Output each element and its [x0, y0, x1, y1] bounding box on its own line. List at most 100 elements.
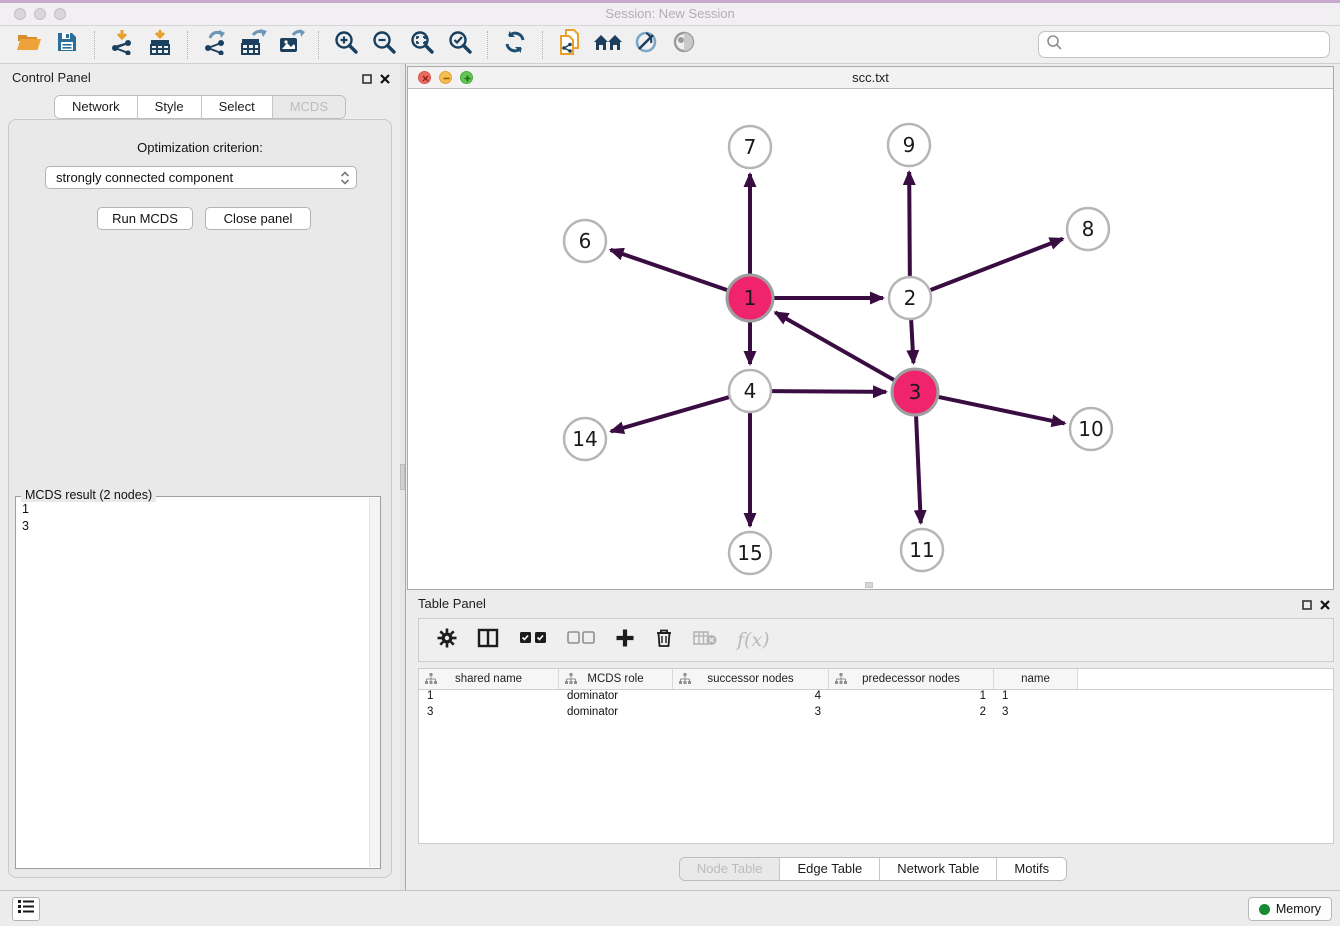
svg-text:3: 3: [909, 380, 922, 404]
houses-icon: [592, 30, 624, 59]
import-table-button[interactable]: [141, 28, 179, 62]
zoom-selected-icon: [447, 29, 473, 60]
table-toolbar: f(x): [418, 618, 1334, 662]
graph-edge-2-3[interactable]: [911, 320, 913, 363]
svg-text:9: 9: [903, 133, 916, 157]
table-header-row: shared name MCDS role successor nodes pr…: [419, 669, 1333, 690]
tab-style[interactable]: Style: [137, 96, 201, 118]
graph-edge-2-8[interactable]: [931, 239, 1063, 290]
table-panel-title: Table Panel: [418, 596, 486, 611]
float-panel-icon[interactable]: [362, 71, 372, 89]
save-session-button[interactable]: [48, 28, 86, 62]
splitter-grip[interactable]: [400, 464, 405, 490]
control-panel: Control Panel Network Style Select MCDS …: [0, 64, 400, 890]
graph-edge-4-3[interactable]: [772, 391, 886, 392]
zoom-fit-icon: [409, 29, 435, 60]
delete-column-button[interactable]: [655, 628, 673, 653]
graph-edge-3-10[interactable]: [938, 397, 1064, 424]
sitemap-icon: [565, 673, 577, 688]
graph-node-9[interactable]: 9: [888, 124, 930, 166]
tab-network[interactable]: Network: [55, 96, 137, 118]
network-canvas-svg: 7 9 6 8 1 2 4 3 14 10 15 11: [408, 89, 1333, 589]
first-neighbors-button[interactable]: [589, 28, 627, 62]
column-header-predecessor-nodes[interactable]: predecessor nodes: [829, 669, 994, 689]
float-panel-icon[interactable]: [1302, 597, 1312, 615]
import-network-button[interactable]: [103, 28, 141, 62]
delete-table-button[interactable]: [693, 630, 717, 651]
select-all-columns-button[interactable]: [519, 631, 547, 649]
save-floppy-icon: [55, 30, 79, 59]
clone-network-button[interactable]: [551, 28, 589, 62]
graph-node-6[interactable]: 6: [564, 220, 606, 262]
graph-edge-2-9[interactable]: [909, 172, 910, 276]
graph-node-7[interactable]: 7: [729, 126, 771, 168]
refresh-button[interactable]: [496, 28, 534, 62]
graph-node-15[interactable]: 15: [729, 532, 771, 574]
column-header-successor-nodes[interactable]: successor nodes: [673, 669, 829, 689]
toolbar-separator: [187, 31, 188, 59]
zoom-selected-button[interactable]: [441, 28, 479, 62]
export-network-button[interactable]: [196, 28, 234, 62]
chevron-up-down-icon: [340, 170, 350, 186]
hide-graphics-details-button[interactable]: [627, 28, 665, 62]
zoom-in-icon: [333, 29, 359, 60]
graph-node-10[interactable]: 10: [1070, 408, 1112, 450]
tab-select[interactable]: Select: [201, 96, 272, 118]
zoom-fit-button[interactable]: [403, 28, 441, 62]
close-panel-icon[interactable]: [1320, 597, 1330, 615]
show-graphics-details-button[interactable]: [665, 28, 703, 62]
run-mcds-button[interactable]: Run MCDS: [97, 207, 193, 230]
result-scrollbar[interactable]: [369, 498, 380, 867]
graph-edge-3-1[interactable]: [775, 312, 894, 380]
graph-node-4[interactable]: 4: [729, 370, 771, 412]
canvas-resize-grip[interactable]: [865, 582, 873, 588]
control-panel-tabs: Network Style Select MCDS: [0, 95, 400, 119]
table-row[interactable]: 3 dominator 3 2 3: [419, 706, 1333, 722]
zoom-in-button[interactable]: [327, 28, 365, 62]
graph-node-11[interactable]: 11: [901, 529, 943, 571]
export-table-button[interactable]: [234, 28, 272, 62]
svg-text:14: 14: [572, 427, 597, 451]
graph-node-3[interactable]: 3: [892, 369, 938, 415]
column-header-name[interactable]: name: [994, 669, 1078, 689]
unchecked-boxes-icon: [567, 631, 595, 648]
tab-edge-table[interactable]: Edge Table: [779, 858, 879, 880]
search-input[interactable]: [1063, 34, 1329, 56]
tab-network-table[interactable]: Network Table: [879, 858, 996, 880]
deselect-all-columns-button[interactable]: [567, 631, 595, 649]
table-panel: Table Panel f(x) shared name: [406, 590, 1340, 890]
graph-edge-1-6[interactable]: [611, 250, 728, 290]
graph-edge-4-14[interactable]: [611, 397, 729, 431]
table-settings-button[interactable]: [437, 628, 457, 653]
tab-motifs[interactable]: Motifs: [996, 858, 1066, 880]
window-title: Session: New Session: [0, 6, 1340, 21]
zoom-out-icon: [371, 29, 397, 60]
graph-node-2[interactable]: 2: [889, 277, 931, 319]
criterion-dropdown[interactable]: strongly connected component: [45, 166, 357, 189]
column-label: shared name: [455, 673, 522, 685]
mcds-result-text[interactable]: 1 3: [16, 499, 368, 868]
graph-node-8[interactable]: 8: [1067, 208, 1109, 250]
table-row[interactable]: 1 dominator 4 1 1: [419, 690, 1333, 706]
memory-button[interactable]: Memory: [1248, 897, 1332, 921]
tab-node-table[interactable]: Node Table: [680, 858, 780, 880]
network-canvas[interactable]: 7 9 6 8 1 2 4 3 14 10 15 11: [408, 89, 1333, 589]
graph-node-1[interactable]: 1: [727, 275, 773, 321]
network-window-titlebar: scc.txt: [408, 67, 1333, 89]
zoom-out-button[interactable]: [365, 28, 403, 62]
graph-edge-3-11[interactable]: [916, 416, 921, 523]
split-columns-button[interactable]: [477, 628, 499, 653]
task-history-button[interactable]: [12, 897, 40, 921]
open-session-button[interactable]: [10, 28, 48, 62]
close-panel-button[interactable]: Close panel: [205, 207, 311, 230]
tab-mcds[interactable]: MCDS: [272, 96, 345, 118]
column-header-mcds-role[interactable]: MCDS role: [559, 669, 673, 689]
list-icon: [18, 900, 34, 918]
column-header-shared-name[interactable]: shared name: [419, 669, 559, 689]
graph-node-14[interactable]: 14: [564, 418, 606, 460]
export-image-button[interactable]: [272, 28, 310, 62]
close-panel-icon[interactable]: [380, 71, 390, 89]
function-builder-button[interactable]: f(x): [737, 629, 770, 651]
add-column-button[interactable]: [615, 628, 635, 653]
gear-icon: [437, 635, 457, 652]
